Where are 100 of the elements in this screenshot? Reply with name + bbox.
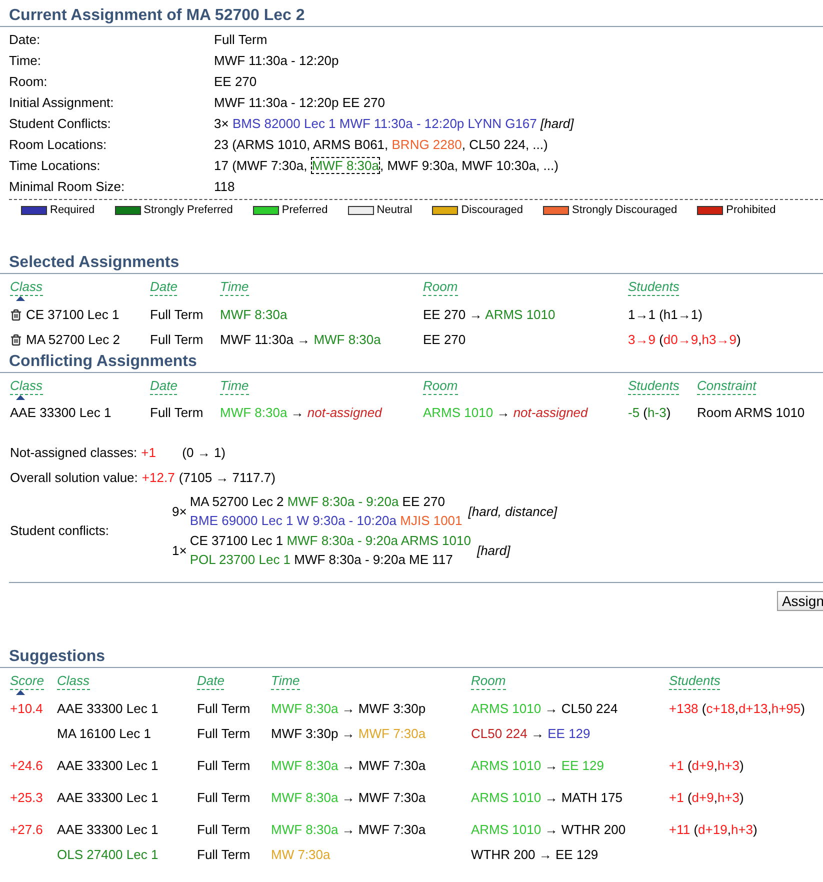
column-header[interactable]: Class xyxy=(10,377,43,395)
conflict-note: [hard, distance] xyxy=(468,502,558,520)
conflict-line: CE 37100 Lec 1 MWF 8:30a - 9:20a ARMS 1010 xyxy=(190,532,471,550)
field-value: 17 (MWF 7:30a, MWF 8:30a, MWF 9:30a, MWF 10:30a, ...) xyxy=(214,156,560,176)
change-value: (0 → 1) xyxy=(182,444,226,462)
conflict-count: 1× xyxy=(172,542,187,560)
section-title: Suggestions xyxy=(0,647,823,668)
field-value: 3× BMS 82000 Lec 1 MWF 11:30a - 12:20p LYNN G167 [hard] xyxy=(214,115,575,133)
room-value: ARMS 1010 → CL50 224 xyxy=(471,700,619,718)
class-name: MA 52700 Lec 2 xyxy=(26,331,120,349)
change-value: (7105 → 7117.7) xyxy=(178,469,276,487)
column-header[interactable]: Date xyxy=(197,672,224,690)
assign-button[interactable]: Assign xyxy=(776,591,823,611)
conflict-note: [hard] xyxy=(476,542,510,560)
time-value: MWF 11:30a → MWF 8:30a xyxy=(220,331,382,349)
students-value: +1 (d+9,h+3) xyxy=(669,789,745,807)
column-header[interactable]: Students xyxy=(669,672,720,690)
class-name: CE 37100 Lec 1 xyxy=(26,306,120,324)
field-value: MWF 11:30a - 12:20p xyxy=(214,52,340,70)
time-value: MWF 8:30a → MWF 7:30a xyxy=(271,821,427,839)
score-value: +24.6 xyxy=(10,757,44,775)
field-label: Initial Assignment: xyxy=(9,94,115,112)
students-value: +11 (d+19,h+3) xyxy=(669,821,758,839)
summary-label: Not-assigned classes: xyxy=(10,444,138,462)
date-value: Full Term xyxy=(197,846,252,864)
room-value: ARMS 1010 → MATH 175 xyxy=(471,789,624,807)
column-header[interactable]: Room xyxy=(423,278,458,296)
field-value: Full Term xyxy=(214,31,268,49)
date-value: Full Term xyxy=(150,306,204,324)
time-value: MW 7:30a xyxy=(271,846,332,864)
field-label: Room: xyxy=(9,73,48,91)
score-value: +10.4 xyxy=(10,700,44,718)
delete-button[interactable] xyxy=(10,308,22,320)
date-value: Full Term xyxy=(197,700,252,718)
class-name: AAE 33300 Lec 1 xyxy=(10,404,112,422)
field-label: Time: xyxy=(9,52,42,70)
summary-label: Student conflicts: xyxy=(10,522,110,540)
section-title: Selected Assignments xyxy=(0,253,823,274)
column-header[interactable]: Students xyxy=(628,377,680,395)
date-value: Full Term xyxy=(150,331,204,349)
column-header[interactable]: Score xyxy=(10,672,44,690)
column-header[interactable]: Room xyxy=(471,672,506,690)
time-value: MWF 8:30a → MWF 7:30a xyxy=(271,757,427,775)
time-value: MWF 8:30a → MWF 7:30a xyxy=(271,789,427,807)
time-value: MWF 8:30a → MWF 3:30p xyxy=(271,700,427,718)
date-value: Full Term xyxy=(197,821,252,839)
conflict-line: POL 23700 Lec 1 MWF 8:30a - 9:20a ME 117 xyxy=(190,551,454,569)
field-value: MWF 11:30a - 12:20p EE 270 xyxy=(214,94,386,112)
legend-label: Neutral xyxy=(376,203,412,217)
room-value: WTHR 200 → EE 129 xyxy=(471,846,600,864)
column-header[interactable]: Time xyxy=(271,672,300,690)
field-value: 23 (ARMS 1010, ARMS B061, BRNG 2280, CL50 224, ...) xyxy=(214,136,549,154)
legend-label: Prohibited xyxy=(726,203,776,217)
time-value: MWF 3:30p → MWF 7:30a xyxy=(271,725,427,743)
delta-value: +12.7 xyxy=(142,469,175,487)
legend-label: Required xyxy=(50,203,95,217)
room-value: ARMS 1010 → EE 129 xyxy=(471,757,605,775)
students-value: -5 (h-3) xyxy=(628,404,672,422)
legend-label: Strongly Discouraged xyxy=(572,203,678,217)
delete-button[interactable] xyxy=(10,334,22,346)
room-value: EE 270 → ARMS 1010 xyxy=(423,306,556,324)
time-value: MWF 8:30a → not-assigned xyxy=(220,404,384,422)
students-value: +138 (c+18,d+13,h+95) xyxy=(669,700,806,718)
students-value: 1→1 (h1→1) xyxy=(628,306,704,324)
column-header[interactable]: Date xyxy=(150,377,178,395)
field-value: 118 xyxy=(214,178,236,196)
column-header[interactable]: Class xyxy=(57,672,90,690)
summary-label: Overall solution value: xyxy=(10,469,138,487)
section-title: Current Assignment of MA 52700 Lec 2 xyxy=(0,6,823,27)
legend-label: Preferred xyxy=(282,203,328,217)
score-value: +25.3 xyxy=(10,789,44,807)
class-name: AAE 33300 Lec 1 xyxy=(57,757,160,775)
room-value: ARMS 1010 → not-assigned xyxy=(423,404,589,422)
delta-value: +1 xyxy=(141,444,157,462)
column-header[interactable]: Students xyxy=(628,278,680,296)
legend-label: Strongly Preferred xyxy=(144,203,233,217)
date-value: Full Term xyxy=(150,404,204,422)
field-label: Room Locations: xyxy=(9,136,108,154)
class-name: AAE 33300 Lec 1 xyxy=(57,789,160,807)
time-value: MWF 8:30a xyxy=(220,306,288,324)
column-header[interactable]: Constraint xyxy=(697,377,756,395)
legend-label: Discouraged xyxy=(461,203,523,217)
conflict-count: 9× xyxy=(172,502,187,520)
conflict-line: MA 52700 Lec 2 MWF 8:30a - 9:20a EE 270 xyxy=(190,493,446,511)
score-value: +27.6 xyxy=(10,821,44,839)
column-header[interactable]: Date xyxy=(150,278,178,296)
column-header[interactable]: Time xyxy=(220,278,249,296)
column-header[interactable]: Class xyxy=(10,278,43,296)
room-value: ARMS 1010 → WTHR 200 xyxy=(471,821,627,839)
column-header[interactable]: Room xyxy=(423,377,458,395)
room-value: CL50 224 → EE 129 xyxy=(471,725,592,743)
field-label: Student Conflicts: xyxy=(9,115,112,133)
class-name: AAE 33300 Lec 1 xyxy=(57,700,160,718)
date-value: Full Term xyxy=(197,789,252,807)
room-value: EE 270 xyxy=(423,331,467,349)
class-name: MA 16100 Lec 1 xyxy=(57,725,152,743)
column-header[interactable]: Time xyxy=(220,377,249,395)
field-label: Time Locations: xyxy=(9,157,102,175)
field-label: Date: xyxy=(9,31,42,49)
students-value: 3→9 (d0→9,h3→9) xyxy=(628,331,742,349)
